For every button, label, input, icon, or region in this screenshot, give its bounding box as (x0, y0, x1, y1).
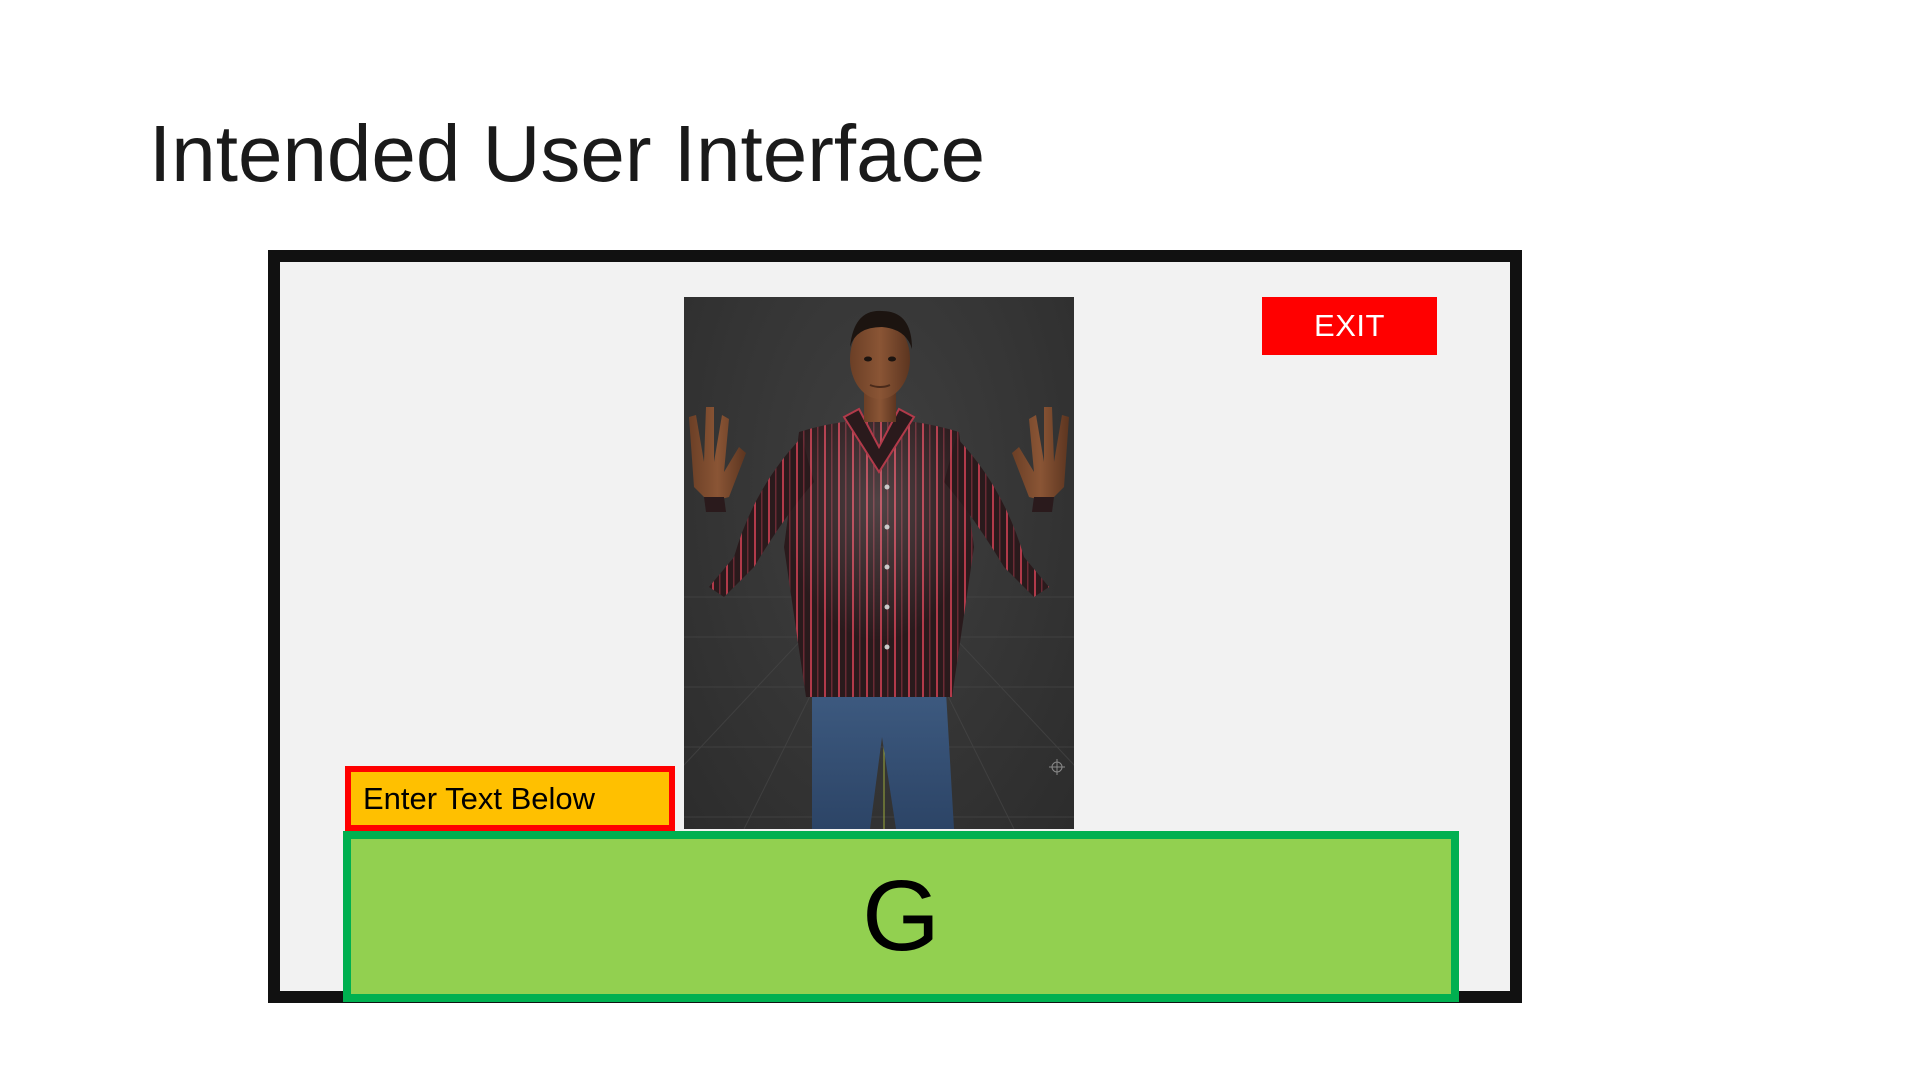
enter-text-label: Enter Text Below (345, 766, 675, 831)
text-input-field[interactable]: G (343, 831, 1459, 1002)
avatar-viewport (684, 297, 1074, 829)
signing-avatar-icon (684, 310, 1074, 829)
exit-button[interactable]: EXIT (1262, 297, 1437, 355)
page-title: Intended User Interface (149, 109, 986, 198)
